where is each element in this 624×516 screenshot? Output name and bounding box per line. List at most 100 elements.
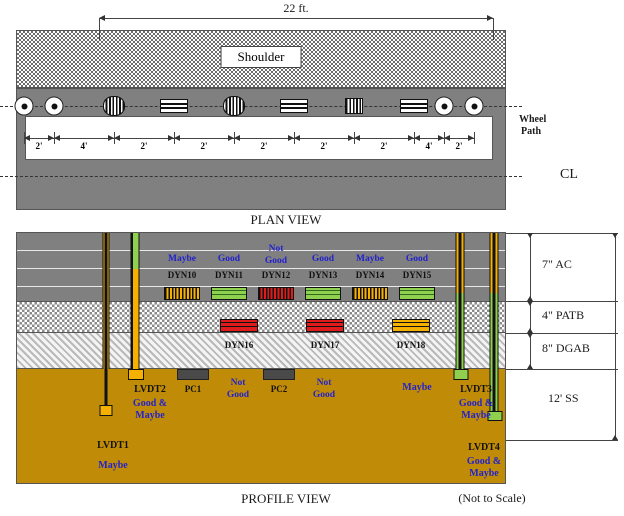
layer-patb: [17, 301, 505, 333]
lvdt2-core: [131, 233, 133, 371]
dimension-arrow-left: [24, 135, 30, 141]
dyn-label-dyn13: DYN13: [308, 270, 338, 280]
plan-sensor-coil-2: [223, 96, 245, 116]
overall-width-dimension: 22 ft.: [0, 0, 624, 40]
dyn-gauge-dyn17: [306, 319, 344, 332]
dyn-label-dyn16: DYN16: [224, 340, 254, 350]
plan-sensor-bar-icon: [400, 99, 428, 113]
dimension-line: [174, 138, 234, 139]
dimension-label: 2': [455, 141, 463, 151]
pressure-cell-quality-pc2-line2: Good: [312, 390, 336, 400]
lvdt3-core: [458, 233, 462, 371]
dimension-label: 4': [425, 141, 433, 151]
dimension-tick: [474, 132, 475, 144]
plan-sensor-lvdt-right-inner: [434, 96, 454, 116]
plan-sensor-dot: [51, 103, 57, 109]
dimension-arrow-left: [234, 135, 240, 141]
dyn-gauge-dyn18: [392, 319, 430, 332]
lvdt-quality-lvdt2-line2: Maybe: [135, 410, 165, 421]
plan-sensor-coil-icon: [345, 98, 363, 114]
plan-view-title: PLAN VIEW: [250, 212, 322, 227]
dimension-line: [354, 138, 414, 139]
pressure-cell-label-pc2: PC2: [270, 384, 288, 394]
dimension-label: 4': [80, 141, 88, 151]
plan-sensor-bar-3: [400, 99, 428, 113]
dimension-arrow-left: [354, 135, 360, 141]
plan-sensor-coil-icon: [103, 96, 125, 116]
profile-view-title: PROFILE VIEW: [241, 491, 331, 506]
lvdt1-rod: [104, 233, 108, 407]
plan-sensor-dot: [471, 103, 477, 109]
plan-sensor-bar-icon: [280, 99, 308, 113]
dimension-line: [54, 138, 114, 139]
wheel-path-label-line2: Path: [521, 126, 541, 137]
layer-ss: [17, 369, 505, 483]
dyn-gauge-dyn11: [211, 287, 247, 300]
dimension-arrow-left: [174, 135, 180, 141]
dimension-label: 2': [200, 141, 208, 151]
lvdt-label-lvdt2: LVDT2: [134, 384, 166, 395]
dimension-line: [114, 138, 174, 139]
dyn-label-dyn12: DYN12: [261, 270, 291, 280]
plan-sensor-coil-1: [103, 96, 125, 116]
dyn-quality-dyn11: Good: [217, 254, 241, 264]
lvdt-label-lvdt3: LVDT3: [460, 384, 492, 395]
dyn-gauge-dyn12: [258, 287, 294, 300]
lvdt-label-lvdt1: LVDT1: [97, 440, 129, 451]
lvdt1-foot: [99, 405, 113, 416]
dyn-quality-dyn13: Good: [311, 254, 335, 264]
plan-sensor-coil-icon: [223, 96, 245, 116]
lvdt-quality-lvdt4-line1: Good &: [466, 456, 502, 467]
plan-sensor-bar-1: [160, 99, 188, 113]
dyn-quality-dyn15: Good: [405, 254, 429, 264]
dyn-gauge-dyn16: [220, 319, 258, 332]
lvdt-quality-lvdt2-line1: Good &: [132, 398, 168, 409]
dyn-gauge-dyn15: [399, 287, 435, 300]
plan-sensor-bar-2: [280, 99, 308, 113]
layer-thickness-dimensions: 7" AC 4" PATB 8" DGAB 12' SS: [506, 232, 624, 484]
layer-label-patb: 4" PATB: [542, 308, 585, 322]
lvdt-quality-lvdt3-line1: Good &: [458, 398, 494, 409]
pressure-cell-pc2: [263, 369, 295, 380]
layer-dgab: [17, 333, 505, 369]
pressure-cell-pc1: [177, 369, 209, 380]
dyn-label-dyn15: DYN15: [402, 270, 432, 280]
centerline-label: CL: [560, 167, 578, 182]
dyn-label-dyn17: DYN17: [310, 340, 340, 350]
dimension-line: [294, 138, 354, 139]
plan-sensor-circle-icon: [464, 96, 484, 116]
plan-sensor-dot: [21, 103, 27, 109]
dyn-quality-dyn10: Maybe: [168, 254, 196, 264]
pressure-cell-quality-pc2-line1: Not: [316, 378, 332, 388]
plan-sensor-coil-3: [345, 98, 363, 114]
dyn-label-dyn18: DYN18: [396, 340, 426, 350]
dyn-gauge-dyn10: [164, 287, 200, 300]
layer-label-dgab: 8" DGAB: [542, 341, 590, 355]
dimension-arrow-left: [114, 135, 120, 141]
lvdt3-foot: [453, 369, 469, 380]
dimension-arrow-left: [444, 135, 450, 141]
wheel-path-label-line1: Wheel: [519, 114, 547, 125]
plan-sensor-lvdt-left-outer: [14, 96, 34, 116]
lvdt-quality-lvdt3-line2: Maybe: [461, 410, 491, 421]
shoulder-label: Shoulder: [220, 46, 302, 68]
pressure-cell-quality-pc1-line2: Good: [226, 390, 250, 400]
dyn-label-dyn14: DYN14: [355, 270, 385, 280]
dyn-gauge-dyn13: [305, 287, 341, 300]
centerline-line: [0, 176, 522, 177]
not-to-scale-note: (Not to Scale): [458, 491, 526, 505]
dimension-label: 2': [140, 141, 148, 151]
plan-sensor-dot: [441, 103, 447, 109]
lvdt2-foot: [128, 369, 144, 380]
dyn-gauge-dyn14: [352, 287, 388, 300]
dimension-arrow-right: [468, 135, 474, 141]
plan-view-diagram: Shoulder 2' 4' 2' 2' 2' 2' 2' 4' 2': [0, 30, 522, 210]
plan-sensor-lvdt-left-inner: [44, 96, 64, 116]
lvdt-quality-lvdt4-line2: Maybe: [469, 468, 499, 479]
plan-sensor-bar-icon: [160, 99, 188, 113]
layer-label-ss: 12' SS: [548, 391, 579, 405]
dyn-label-dyn11: DYN11: [214, 270, 244, 280]
dyn-label-dyn10: DYN10: [167, 270, 197, 280]
overall-width-label: 22 ft.: [283, 1, 309, 15]
plan-sensor-circle-icon: [14, 96, 34, 116]
